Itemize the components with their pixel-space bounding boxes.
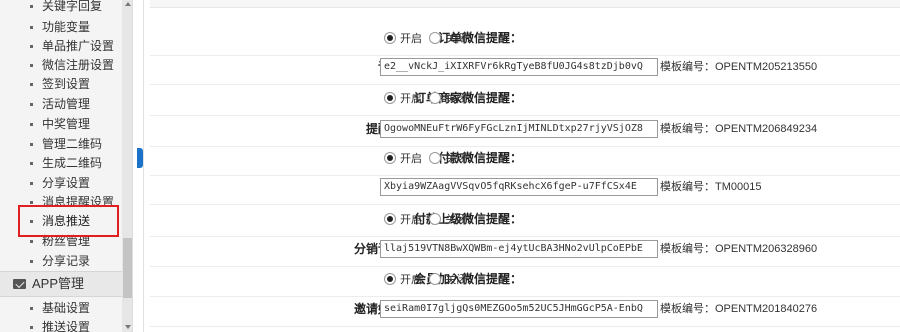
bullet-icon — [30, 123, 33, 126]
panel-divider — [143, 0, 144, 332]
form-top-band — [150, 0, 900, 8]
bullet-icon — [30, 240, 33, 243]
scroll-down-arrow-icon[interactable] — [125, 325, 131, 329]
radio-on[interactable] — [384, 92, 396, 104]
bullet-icon — [30, 5, 33, 8]
radio-group: 开启 关闭 — [384, 272, 471, 286]
radio-on[interactable] — [384, 213, 396, 225]
bullet-icon — [30, 326, 33, 329]
form-row-invite-register-template: 邀请好友注册成功通知模板ID： seiRam0I7gljgQs0MEZGOo5m… — [150, 291, 900, 327]
radio-on-label: 开启 — [400, 214, 422, 226]
bullet-icon — [30, 45, 33, 48]
bullet-icon — [30, 103, 33, 106]
radio-group: 开启 关闭 — [384, 212, 471, 226]
sidebar: 关键字回复 功能变量 单品推广设置 微信注册设置 签到设置 活动管理 中奖管理 … — [0, 0, 133, 332]
message-push-form: 订单微信提醒： 开启 关闭 订单提交成功通知模板ID： e2__vNckJ_iX… — [150, 0, 900, 332]
page: 关键字回复 功能变量 单品推广设置 微信注册设置 签到设置 活动管理 中奖管理 … — [0, 0, 900, 332]
scrollbar-thumb[interactable] — [123, 238, 132, 298]
radio-on-label: 开启 — [400, 274, 422, 286]
sidebar-item-signin[interactable]: 签到设置 — [0, 74, 122, 94]
radio-on[interactable] — [384, 273, 396, 285]
bullet-icon — [30, 182, 33, 185]
sidebar-item-wechat-register[interactable]: 微信注册设置 — [0, 55, 122, 75]
sidebar-scrollbar[interactable] — [122, 0, 132, 332]
scroll-up-arrow-icon[interactable] — [125, 2, 131, 6]
sidebar-item-label: 分享记录 — [42, 254, 91, 268]
template-number: 模板编号：TM00015 — [660, 181, 762, 193]
app-icon — [13, 279, 26, 289]
bullet-icon — [30, 26, 33, 29]
sidebar-item-share-settings[interactable]: 分享设置 — [0, 173, 122, 193]
sidebar-item-share-records[interactable]: 分享记录 — [0, 251, 122, 271]
radio-off[interactable] — [429, 273, 442, 285]
bullet-icon — [30, 162, 33, 165]
sidebar-item-function-variables[interactable]: 功能变量 — [0, 17, 122, 37]
sidebar-item-label: 管理二维码 — [42, 137, 103, 151]
sidebar-item-label: 签到设置 — [42, 77, 91, 91]
radio-on[interactable] — [384, 32, 396, 44]
bullet-icon — [30, 260, 33, 263]
sidebar-item-generate-qrcode[interactable]: 生成二维码 — [0, 153, 122, 173]
radio-off-label: 关闭 — [445, 214, 468, 226]
radio-on-label: 开启 — [400, 33, 422, 45]
sidebar-item-label: 推送设置 — [42, 320, 91, 332]
template-id-input[interactable]: e2__vNckJ_iXIXRFVr6kRgTyeB8fU0JG4s8tzDjb… — [380, 58, 658, 76]
radio-off-label: 关闭 — [445, 33, 468, 45]
template-id-input[interactable]: seiRam0I7gljgQs0MEZGOo5m52UC5JHmGGcP5A-E… — [380, 300, 658, 318]
template-number: 模板编号：OPENTM201840276 — [660, 303, 818, 315]
sidebar-item-label: 关键字回复 — [42, 0, 103, 13]
sidebar-item-activities[interactable]: 活动管理 — [0, 94, 122, 114]
form-row-payment-success-template: 订单支付成功模板ID： Xbyia9WZAagVVSqvO5fqRKsehcX6… — [150, 169, 900, 205]
radio-off-label: 关闭 — [445, 93, 468, 105]
template-id-input[interactable]: OgowoMNEuFtrW6FyFGcLznIjMINLDtxp27rjyVSj… — [380, 120, 658, 138]
sidebar-item-label: 功能变量 — [42, 20, 91, 34]
sidebar-item-keyword-reply[interactable]: 关键字回复 — [0, 0, 122, 16]
sidebar-item-label: 基础设置 — [42, 301, 91, 315]
sidebar-item-product-promo[interactable]: 单品推广设置 — [0, 36, 122, 56]
sidebar-item-label: 中奖管理 — [42, 117, 91, 131]
sidebar-item-push-settings[interactable]: 推送设置 — [0, 317, 122, 332]
radio-off-label: 关闭 — [445, 153, 468, 165]
bullet-icon — [30, 143, 33, 146]
sidebar-item-manage-qrcode[interactable]: 管理二维码 — [0, 134, 122, 154]
radio-off[interactable] — [429, 213, 442, 225]
radio-off[interactable] — [429, 32, 442, 44]
bullet-icon — [30, 307, 33, 310]
bullet-icon — [30, 64, 33, 67]
radio-off[interactable] — [429, 152, 442, 164]
radio-on[interactable] — [384, 152, 396, 164]
sidebar-item-basic-settings[interactable]: 基础设置 — [0, 298, 122, 318]
radio-group: 开启 关闭 — [384, 151, 471, 165]
template-id-input[interactable]: llaj519VTN8BwXQWBm-ej4ytUcBA3HNo2vUlpCoE… — [380, 240, 658, 258]
radio-group: 开启 关闭 — [384, 91, 471, 105]
sidebar-section-label: APP管理 — [32, 276, 85, 291]
sidebar-item-label: 生成二维码 — [42, 156, 103, 170]
sidebar-item-winners[interactable]: 中奖管理 — [0, 114, 122, 134]
bullet-icon — [30, 201, 33, 204]
sidebar-item-label: 微信注册设置 — [42, 58, 115, 72]
radio-on-label: 开启 — [400, 93, 422, 105]
radio-on-label: 开启 — [400, 153, 422, 165]
radio-off-label: 关闭 — [445, 274, 468, 286]
selection-highlight — [18, 205, 119, 237]
radio-group: 开启 关闭 — [384, 31, 471, 45]
sidebar-section-app[interactable]: APP管理 — [0, 271, 122, 297]
radio-off[interactable] — [429, 92, 442, 104]
sidebar-item-label: 单品推广设置 — [42, 39, 115, 53]
bullet-icon — [30, 83, 33, 86]
sidebar-item-label: 活动管理 — [42, 97, 91, 111]
sidebar-item-label: 分享设置 — [42, 176, 91, 190]
template-id-input[interactable]: Xbyia9WZAagVVSqvO5fqRKsehcX6fgeP-u7FfCSx… — [380, 178, 658, 196]
